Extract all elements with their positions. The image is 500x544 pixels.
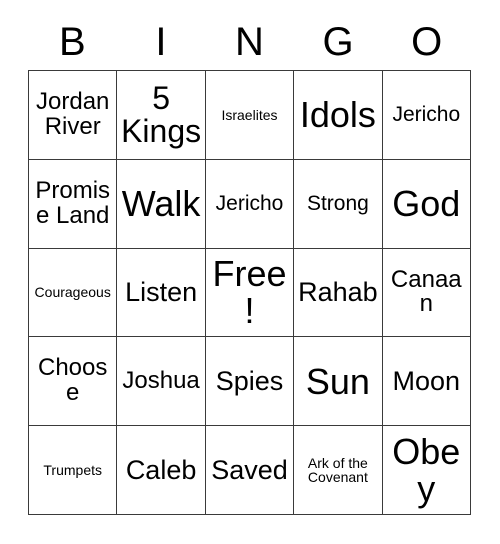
bingo-cell[interactable]: 5 Kings bbox=[117, 71, 206, 160]
bingo-cell-label: Sun bbox=[305, 360, 370, 402]
bingo-cell-label: God bbox=[392, 182, 461, 224]
bingo-cell[interactable]: Jericho bbox=[382, 71, 471, 160]
bingo-cell[interactable]: Listen bbox=[117, 248, 206, 338]
bingo-cell[interactable]: Moon bbox=[382, 337, 471, 427]
bingo-cell-label: Joshua bbox=[122, 366, 200, 394]
bingo-cell-label: Moon bbox=[392, 366, 461, 397]
bingo-cell[interactable]: Ark of the Covenant bbox=[294, 426, 383, 515]
bingo-cell-label: Jericho bbox=[215, 191, 284, 215]
bingo-cell-label: Saved bbox=[211, 455, 288, 486]
bingo-cell-label: 5 Kings bbox=[121, 79, 202, 149]
bingo-cell-label: Caleb bbox=[125, 455, 197, 486]
bingo-cell-free[interactable]: Free! bbox=[205, 248, 295, 338]
bingo-cell-label: Spies bbox=[215, 366, 284, 397]
bingo-cell[interactable]: God bbox=[382, 159, 471, 249]
bingo-cell[interactable]: Spies bbox=[205, 337, 295, 427]
bingo-cell-label: Idols bbox=[299, 94, 376, 136]
bingo-cell[interactable]: Jericho bbox=[205, 159, 295, 249]
bingo-cell-label: Canaan bbox=[390, 265, 462, 318]
bingo-cell[interactable]: Strong bbox=[294, 159, 383, 249]
bingo-cell[interactable]: Sun bbox=[294, 337, 383, 427]
bingo-cell-label: Ark of the Covenant bbox=[307, 454, 368, 486]
bingo-cell-label: Jordan River bbox=[36, 87, 110, 140]
bingo-cell[interactable]: Saved bbox=[205, 426, 295, 515]
bingo-header-letter-g: G bbox=[322, 19, 354, 64]
bingo-cell-label: Free! bbox=[212, 253, 287, 332]
bingo-header-letter-i: I bbox=[155, 19, 167, 64]
bingo-cell[interactable]: Idols bbox=[294, 71, 383, 160]
bingo-cell[interactable]: Promise Land bbox=[29, 159, 118, 249]
bingo-cell[interactable]: Joshua bbox=[117, 337, 206, 427]
bingo-cell[interactable]: Caleb bbox=[117, 426, 206, 515]
bingo-grid: Jordan River 5 Kings Israelites Idols Je… bbox=[28, 70, 471, 515]
bingo-cell-label: Choose bbox=[38, 354, 108, 407]
bingo-cell-label: Jericho bbox=[392, 102, 461, 126]
bingo-cell[interactable]: Israelites bbox=[205, 71, 295, 160]
bingo-cell[interactable]: Walk bbox=[117, 159, 206, 249]
bingo-cell[interactable]: Choose bbox=[29, 337, 118, 427]
bingo-cell[interactable]: Trumpets bbox=[29, 426, 118, 515]
bingo-cell-label: Courageous bbox=[34, 284, 111, 301]
bingo-cell-label: Obey bbox=[392, 430, 461, 510]
bingo-header-letter-o: O bbox=[411, 19, 443, 64]
bingo-cell[interactable]: Canaan bbox=[382, 248, 471, 338]
bingo-cell-label: Rahab bbox=[298, 277, 378, 308]
bingo-cell-label: Walk bbox=[121, 182, 201, 224]
bingo-cell[interactable]: Courageous bbox=[29, 248, 118, 338]
bingo-cell[interactable]: Obey bbox=[382, 426, 471, 515]
bingo-cell-label: Promise Land bbox=[35, 176, 111, 229]
bingo-header-row: B I N G O bbox=[28, 13, 471, 70]
bingo-cell-label: Listen bbox=[125, 277, 198, 308]
bingo-cell-label: Strong bbox=[306, 191, 369, 215]
bingo-cell-label: Trumpets bbox=[43, 461, 102, 478]
bingo-cell-label: Israelites bbox=[221, 106, 278, 123]
bingo-cell[interactable]: Jordan River bbox=[29, 71, 118, 160]
bingo-cell[interactable]: Rahab bbox=[294, 248, 383, 338]
bingo-card: B I N G O Jordan River 5 Kings Israelite… bbox=[0, 0, 500, 544]
bingo-header-letter-b: B bbox=[58, 19, 86, 64]
bingo-header-letter-n: N bbox=[235, 19, 264, 64]
